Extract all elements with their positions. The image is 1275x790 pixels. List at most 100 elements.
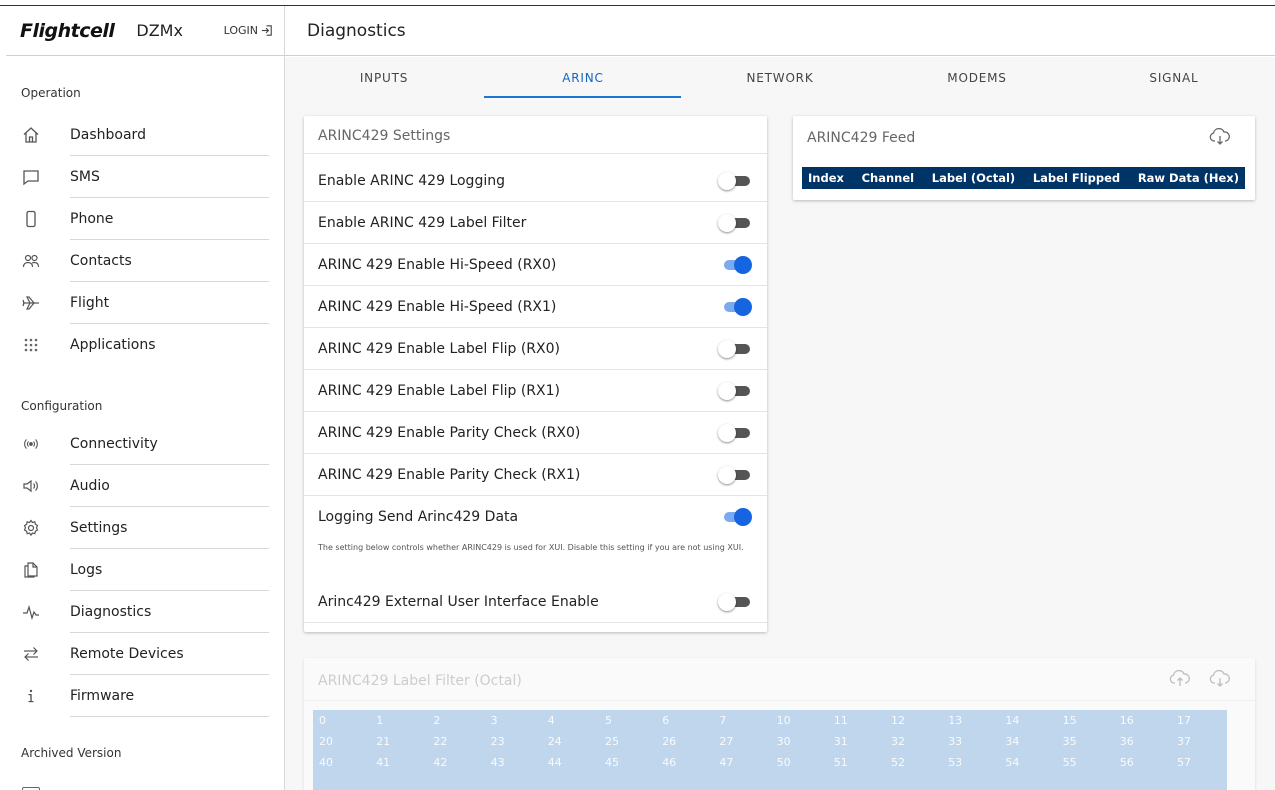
sidebar-item-flight[interactable]: Flight — [6, 282, 284, 324]
setting-toggle[interactable] — [718, 298, 752, 316]
label-filter-cell[interactable]: 51 — [834, 756, 848, 769]
feed-col-channel[interactable]: Channel — [862, 171, 915, 185]
label-filter-cell[interactable]: 22 — [433, 735, 447, 748]
tab-signal[interactable]: SIGNAL — [1075, 71, 1273, 85]
tab-modems[interactable]: MODEMS — [878, 71, 1076, 85]
label-filter-cell[interactable]: 42 — [433, 756, 447, 769]
cloud-download-icon[interactable] — [1209, 670, 1231, 688]
label-filter-cell[interactable]: 54 — [1005, 756, 1019, 769]
xui-help-text: The setting below controls whether ARINC… — [318, 543, 744, 552]
broadcast-icon — [21, 434, 41, 454]
label-filter-cell[interactable]: 57 — [1177, 756, 1191, 769]
label-filter-cell[interactable]: 5 — [605, 714, 612, 727]
label-filter-cell[interactable]: 10 — [777, 714, 791, 727]
label-filter-cell[interactable]: 23 — [491, 735, 505, 748]
label-filter-cell[interactable]: 31 — [834, 735, 848, 748]
setting-label: ARINC 429 Enable Label Flip (RX0) — [318, 341, 560, 357]
sidebar-item-firmware[interactable]: Firmware — [6, 675, 284, 717]
sidebar-item-label: Logs — [70, 562, 103, 578]
tab-network[interactable]: NETWORK — [681, 71, 879, 85]
label-filter-cell[interactable]: 32 — [891, 735, 905, 748]
sidebar-item-remote-devices[interactable]: Remote Devices — [6, 633, 284, 675]
label-filter-cell[interactable]: 45 — [605, 756, 619, 769]
label-filter-cell[interactable]: 34 — [1005, 735, 1019, 748]
label-filter-cell[interactable]: 30 — [777, 735, 791, 748]
setting-toggle[interactable] — [718, 340, 752, 358]
page-title: Diagnostics — [307, 20, 406, 41]
tab-arinc[interactable]: ARINC — [484, 71, 682, 85]
sidebar-item-audio[interactable]: Audio — [6, 465, 284, 507]
sidebar-item-diagnostics[interactable]: Diagnostics — [6, 591, 284, 633]
setting-toggle[interactable] — [718, 508, 752, 526]
feed-col-raw-data[interactable]: Raw Data (Hex) — [1138, 171, 1239, 185]
setting-toggle[interactable] — [718, 593, 752, 611]
sidebar-item-dashboard[interactable]: Dashboard — [6, 114, 284, 156]
sidebar-item-contacts[interactable]: Contacts — [6, 240, 284, 282]
label-filter-cell[interactable]: 35 — [1063, 735, 1077, 748]
sidebar-item-logs[interactable]: Logs — [6, 549, 284, 591]
sidebar-item-settings[interactable]: Settings — [6, 507, 284, 549]
contacts-icon — [21, 251, 41, 271]
label-filter-cell[interactable]: 16 — [1120, 714, 1134, 727]
arinc429-settings-card: ARINC429 Settings Enable ARINC 429 Loggi… — [304, 116, 767, 632]
label-filter-cell[interactable]: 56 — [1120, 756, 1134, 769]
cloud-download-icon[interactable] — [1209, 127, 1231, 150]
label-filter-cell[interactable]: 47 — [719, 756, 733, 769]
label-filter-cell[interactable]: 25 — [605, 735, 619, 748]
setting-row: ARINC 429 Enable Hi-Speed (RX0) — [304, 244, 767, 286]
sidebar-item-connectivity[interactable]: Connectivity — [6, 423, 284, 465]
label-filter-cell[interactable]: 41 — [376, 756, 390, 769]
divider — [304, 153, 767, 154]
label-filter-cell[interactable]: 37 — [1177, 735, 1191, 748]
login-button[interactable]: LOGIN — [224, 24, 274, 37]
label-filter-cell[interactable]: 14 — [1005, 714, 1019, 727]
gear-icon — [21, 518, 41, 538]
label-filter-cell[interactable]: 40 — [319, 756, 333, 769]
setting-toggle[interactable] — [718, 256, 752, 274]
setting-toggle[interactable] — [718, 466, 752, 484]
label-filter-cell[interactable]: 7 — [719, 714, 726, 727]
setting-toggle[interactable] — [718, 424, 752, 442]
label-filter-cell[interactable]: 21 — [376, 735, 390, 748]
apps-grid-icon — [21, 335, 41, 355]
feed-col-label-octal[interactable]: Label (Octal) — [932, 171, 1015, 185]
label-filter-cell[interactable]: 50 — [777, 756, 791, 769]
label-filter-cell[interactable]: 43 — [491, 756, 505, 769]
setting-toggle[interactable] — [718, 172, 752, 190]
setting-toggle[interactable] — [718, 214, 752, 232]
setting-toggle[interactable] — [718, 382, 752, 400]
label-filter-cell[interactable]: 20 — [319, 735, 333, 748]
label-filter-cell[interactable]: 3 — [491, 714, 498, 727]
feed-col-label-flipped[interactable]: Label Flipped — [1033, 171, 1120, 185]
label-filter-cell[interactable]: 24 — [548, 735, 562, 748]
label-filter-cell[interactable]: 52 — [891, 756, 905, 769]
label-filter-cell[interactable]: 26 — [662, 735, 676, 748]
label-filter-cell[interactable]: 36 — [1120, 735, 1134, 748]
label-filter-cell[interactable]: 12 — [891, 714, 905, 727]
label-filter-cell[interactable]: 6 — [662, 714, 669, 727]
sidebar-item-phone[interactable]: Phone — [6, 198, 284, 240]
label-filter-cell[interactable]: 1 — [376, 714, 383, 727]
label-filter-cell[interactable]: 44 — [548, 756, 562, 769]
sidebar-item-sms[interactable]: SMS — [6, 156, 284, 198]
tab-inputs[interactable]: INPUTS — [285, 71, 483, 85]
setting-row: ARINC 429 Enable Label Flip (RX0) — [304, 328, 767, 370]
label-filter-cell[interactable]: 55 — [1063, 756, 1077, 769]
sidebar-item-applications[interactable]: Applications — [6, 324, 284, 366]
label-filter-cell[interactable]: 27 — [719, 735, 733, 748]
label-filter-cell[interactable]: 53 — [948, 756, 962, 769]
label-filter-cell[interactable]: 17 — [1177, 714, 1191, 727]
label-filter-cell[interactable]: 15 — [1063, 714, 1077, 727]
feed-col-index[interactable]: Index — [808, 171, 844, 185]
label-filter-cell[interactable]: 0 — [319, 714, 326, 727]
label-filter-cell[interactable]: 11 — [834, 714, 848, 727]
toggle-knob — [718, 593, 736, 611]
label-filter-cell[interactable]: 13 — [948, 714, 962, 727]
operation-section-label: Operation — [21, 86, 81, 100]
toggle-knob — [734, 256, 752, 274]
label-filter-cell[interactable]: 33 — [948, 735, 962, 748]
label-filter-cell[interactable]: 4 — [548, 714, 555, 727]
label-filter-cell[interactable]: 46 — [662, 756, 676, 769]
label-filter-cell[interactable]: 2 — [433, 714, 440, 727]
cloud-upload-icon[interactable] — [1169, 670, 1191, 688]
